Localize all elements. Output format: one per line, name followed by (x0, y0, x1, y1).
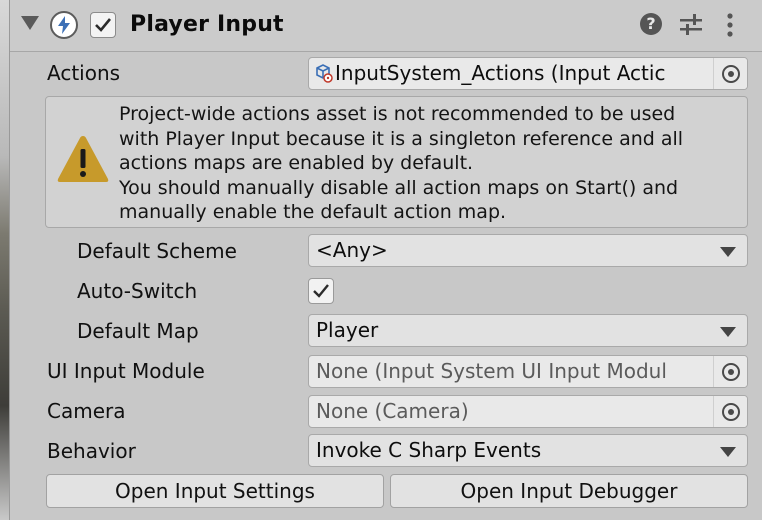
camera-field[interactable]: None (Camera) (308, 395, 748, 428)
auto-switch-label: Auto-Switch (77, 279, 198, 303)
helpbox-line: Project-wide actions asset is not recomm… (119, 103, 676, 125)
warning-icon (57, 136, 109, 182)
object-picker-button[interactable] (713, 356, 747, 387)
ui-input-module-label: UI Input Module (47, 359, 205, 383)
behavior-value: Invoke C Sharp Events (316, 438, 542, 462)
behavior-label: Behavior (47, 439, 136, 463)
object-picker-icon (721, 362, 740, 381)
input-actions-asset-icon (316, 64, 333, 83)
helpbox-line: manually enable the default action map. (119, 201, 507, 223)
component-title: Player Input (130, 12, 284, 37)
default-scheme-value: <Any> (316, 238, 388, 262)
default-scheme-label: Default Scheme (77, 239, 237, 263)
chevron-down-icon (720, 447, 736, 457)
lightning-icon (50, 11, 78, 39)
helpbox-line: You should manually disable all action m… (119, 177, 679, 199)
actions-label: Actions (47, 61, 121, 85)
help-icon[interactable]: ? (640, 13, 662, 35)
object-picker-icon (721, 402, 740, 421)
open-input-debugger-button[interactable]: Open Input Debugger (390, 474, 748, 508)
default-scheme-dropdown[interactable]: <Any> (308, 234, 748, 267)
ui-input-module-field[interactable]: None (Input System UI Input Modul (308, 355, 748, 388)
helpbox-line: actions maps are enabled by default. (119, 152, 474, 174)
auto-switch-checkbox[interactable] (308, 278, 334, 304)
default-map-dropdown[interactable]: Player (308, 314, 748, 347)
object-picker-button[interactable] (713, 58, 747, 89)
scene-view-edge (0, 0, 9, 520)
player-input-component: Player Input ? Actions InputSystem_Actio… (9, 0, 762, 520)
default-map-label: Default Map (77, 319, 199, 343)
checkmark-icon (95, 18, 112, 32)
helpbox-line: with Player Input because it is a single… (119, 128, 684, 150)
actions-object-field[interactable]: InputSystem_Actions (Input Actic (308, 57, 748, 90)
object-picker-button[interactable] (713, 396, 747, 427)
chevron-down-icon (720, 247, 736, 257)
actions-value: InputSystem_Actions (Input Actic (335, 61, 666, 85)
camera-label: Camera (47, 399, 126, 423)
component-enabled-checkbox[interactable] (90, 12, 116, 38)
settings-sliders-icon[interactable] (679, 12, 703, 38)
behavior-dropdown[interactable]: Invoke C Sharp Events (308, 434, 748, 467)
foldout-arrow-icon[interactable] (21, 16, 39, 30)
ui-input-module-value: None (Input System UI Input Modul (316, 359, 667, 383)
warning-helpbox: Project-wide actions asset is not recomm… (45, 96, 748, 228)
open-input-settings-button[interactable]: Open Input Settings (46, 474, 384, 508)
kebab-menu-icon[interactable] (722, 12, 738, 38)
checkmark-icon (313, 284, 329, 298)
camera-value: None (Camera) (316, 399, 469, 423)
chevron-down-icon (720, 327, 736, 337)
default-map-value: Player (316, 318, 379, 342)
component-header[interactable]: Player Input ? (10, 0, 762, 52)
object-picker-icon (721, 64, 740, 83)
